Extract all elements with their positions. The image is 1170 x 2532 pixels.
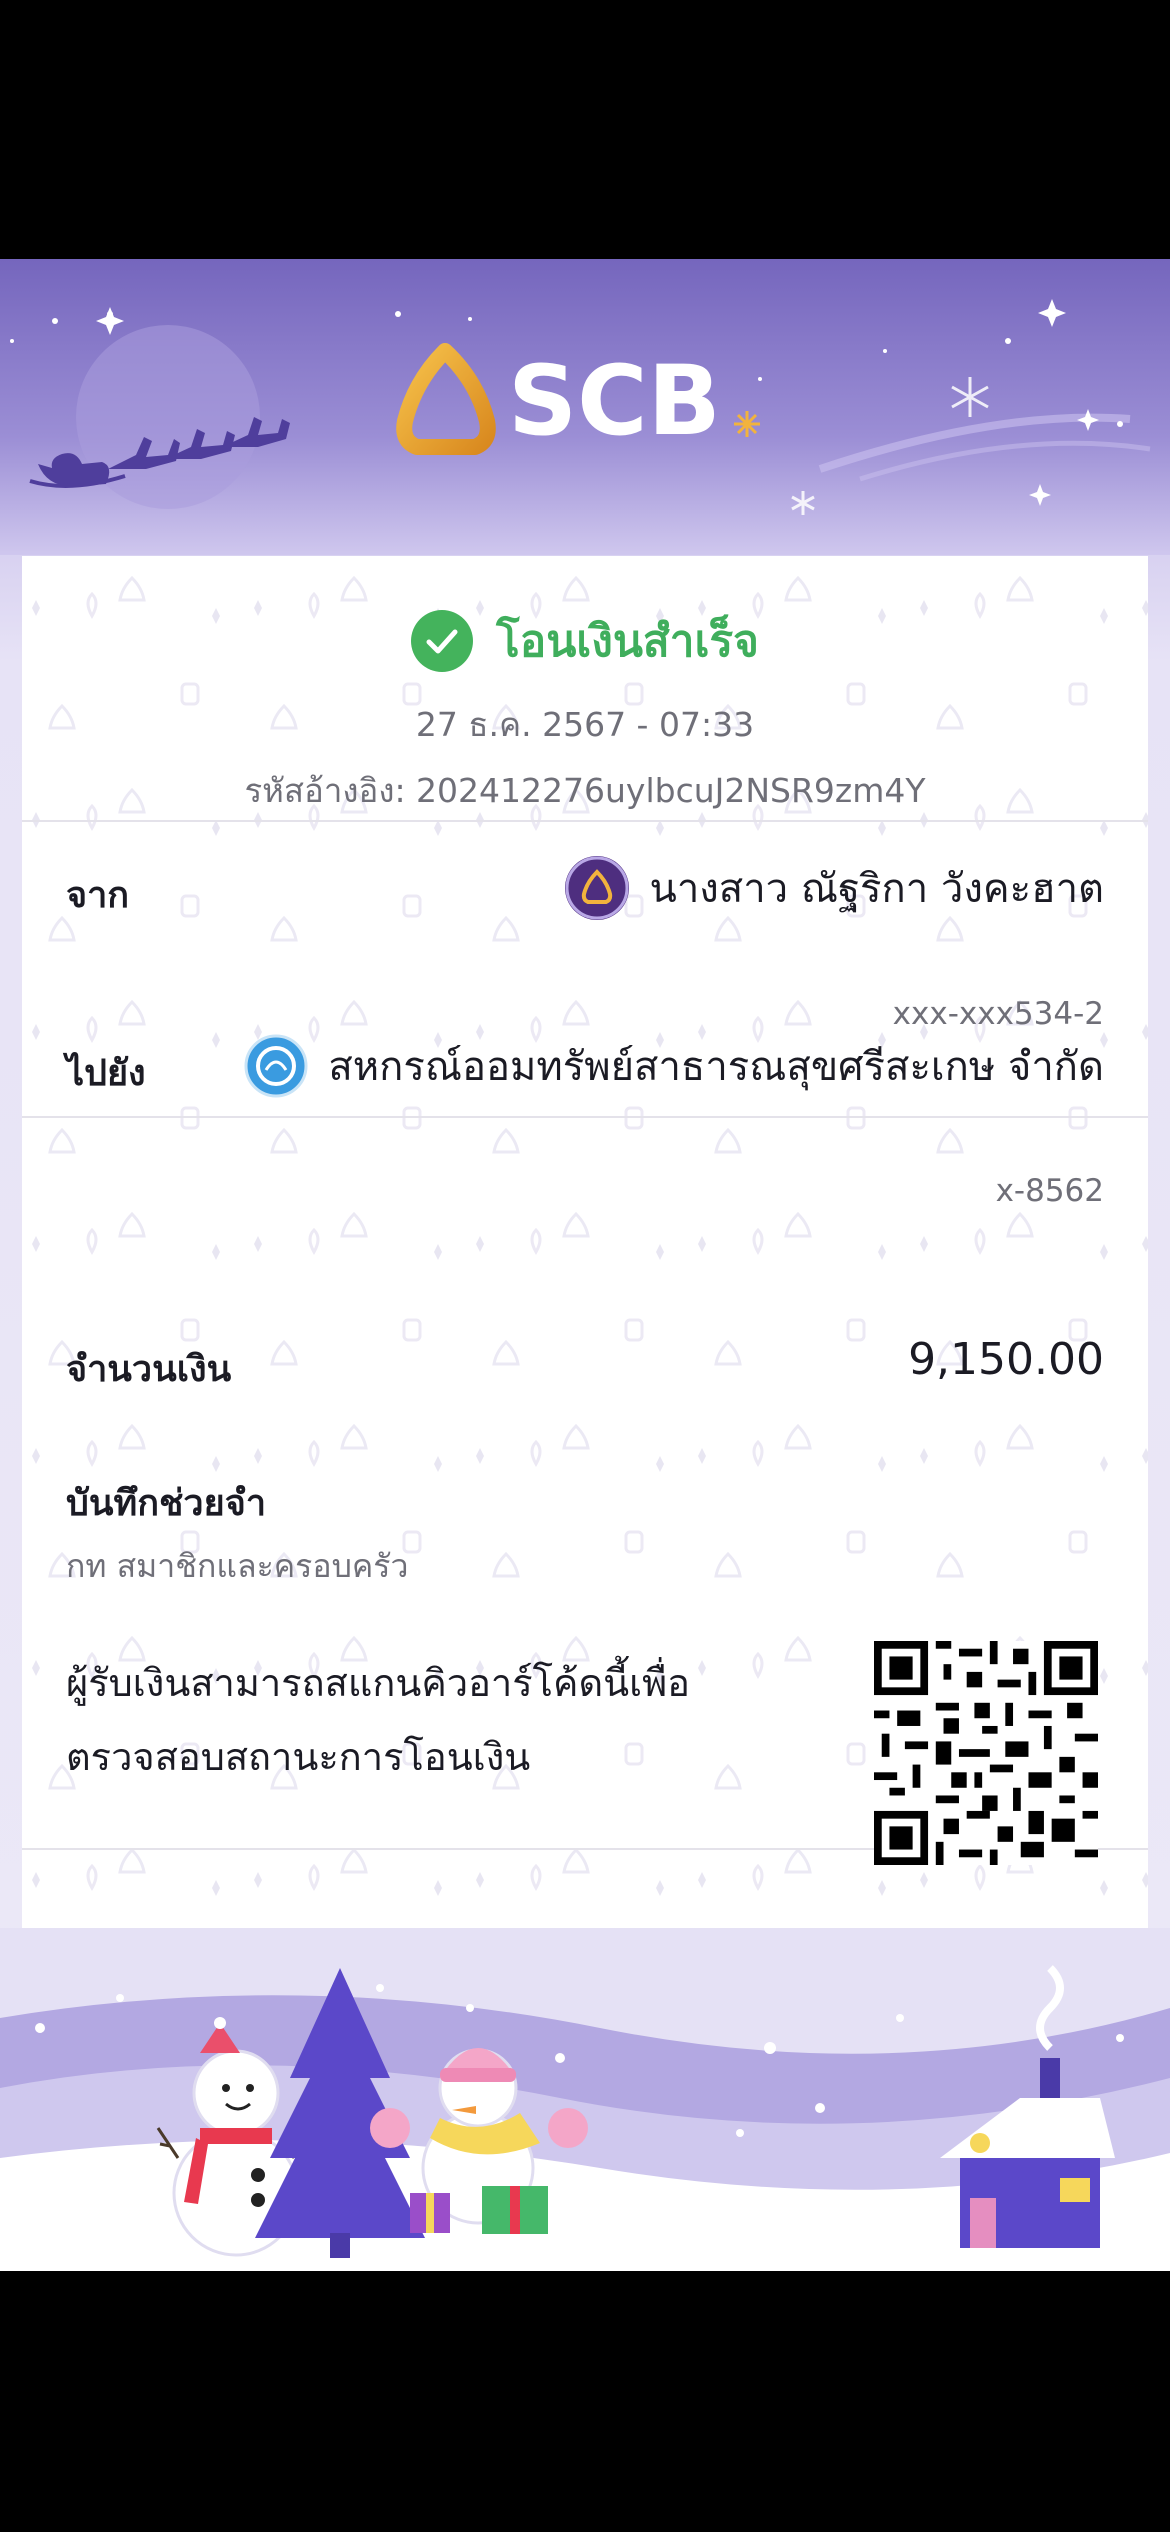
transfer-slip: SCB โอนเงินสำเร็จ 27 ธ.ค. 2567 - 07:33 ร… [0,259,1170,2271]
status-title: โอนเงินสำเร็จ [496,616,759,667]
scb-avatar-icon [565,856,630,920]
from-name: นางสาว ณัฐริกา วังคะฮาต [649,866,1104,912]
check-icon [411,610,474,672]
amount-value: 9,150.00 [908,1334,1104,1385]
amount-label: จำนวนเงิน [66,1349,232,1390]
divider [22,1116,1148,1118]
svg-text:SCB: SCB [508,345,721,457]
transfer-datetime: 27 ธ.ค. 2567 - 07:33 [415,705,755,744]
to-account: x-8562 [995,1173,1104,1209]
slip-header: SCB [0,259,1170,555]
from-account: xxx-xxx534-2 [892,996,1104,1032]
memo-value: กท สมาชิกและครอบครัว [66,1547,409,1585]
divider [22,820,1148,822]
to-label: ไปยัง [66,1053,146,1094]
reference-code: รหัสอ้างอิง: 202412276uylbcuJ2NSR9zm4Y [244,771,926,810]
qr-note-line2: ตรวจสอบสถานะการโอนเงิน [66,1735,531,1779]
to-party: สหกรณ์ออมทรัพย์สาธารณสุขศรีสะเกษ จำกัด [244,1034,1104,1098]
from-label: จาก [66,875,130,916]
from-party: นางสาว ณัฐริกา วังคะฮาต [565,856,1104,920]
qr-code-icon[interactable] [874,1641,1098,1865]
krungthai-avatar-icon [244,1034,308,1098]
qr-note-line1: ผู้รับเงินสามารถสแกนคิวอาร์โค้ดนี้เพื่อ [66,1661,690,1705]
qr-note: ผู้รับเงินสามารถสแกนคิวอาร์โค้ดนี้เพื่อ … [66,1646,690,1794]
status-header: โอนเงินสำเร็จ [22,606,1148,676]
memo-label: บันทึกช่วยจำ [66,1483,267,1524]
winter-scene [0,1928,1170,2271]
to-name: สหกรณ์ออมทรัพย์สาธารณสุขศรีสะเกษ จำกัด [328,1044,1104,1090]
